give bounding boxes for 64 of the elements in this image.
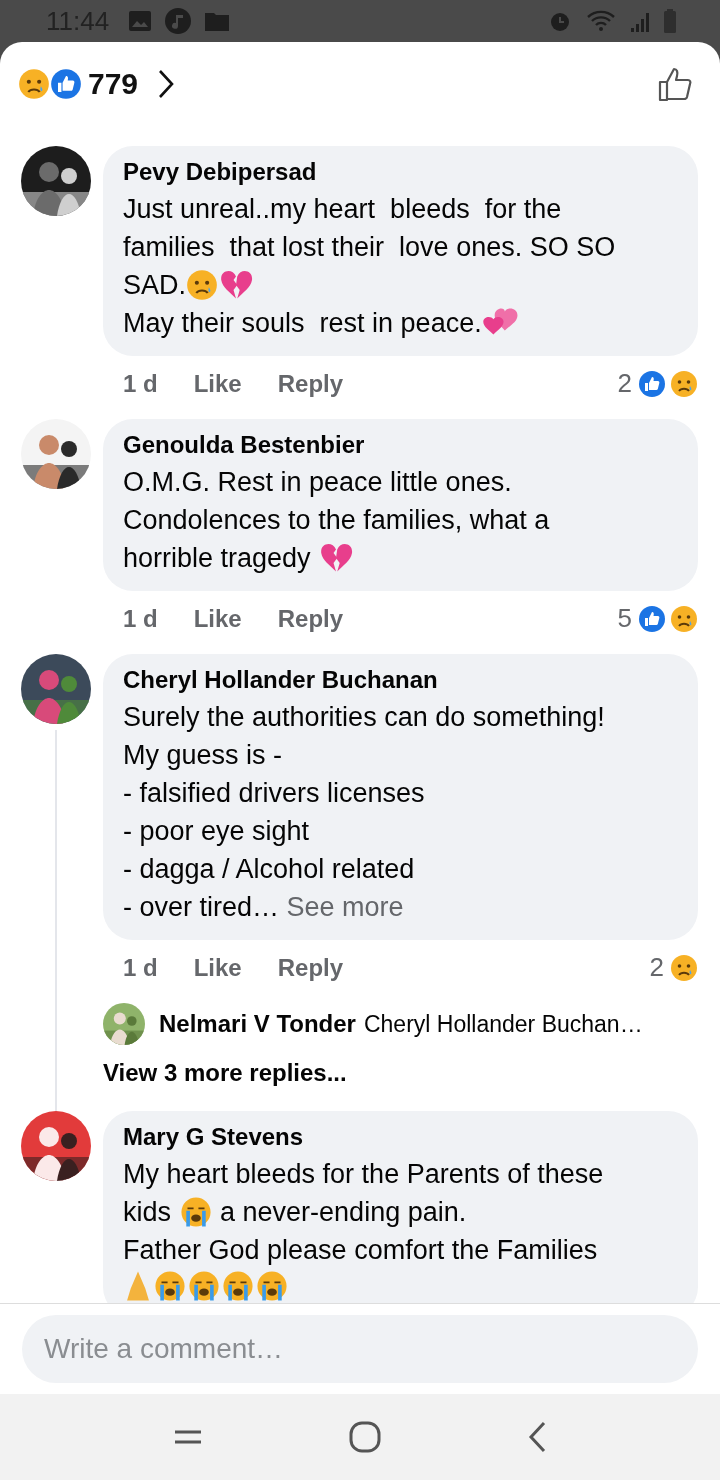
reaction-count: 5: [617, 603, 632, 634]
comment-text: horrible tragedy: [123, 542, 312, 575]
comment-input[interactable]: Write a comment…: [22, 1315, 698, 1383]
home-icon[interactable]: [349, 1421, 381, 1453]
reply-button[interactable]: Reply: [277, 369, 344, 398]
like-reaction-icon: [638, 369, 666, 398]
view-more-replies-link[interactable]: View 3 more replies...: [103, 1059, 698, 1111]
comment-text: - falsified drivers licenses: [123, 777, 425, 810]
comment-text: Just unreal..my heart bleeds for the: [123, 193, 562, 226]
comment-text: Condolences to the families, what a: [123, 504, 550, 537]
comment-text: My heart bleeds for the Parents of these: [123, 1158, 604, 1191]
reply-button[interactable]: Reply: [277, 953, 344, 982]
battery-icon: [664, 9, 676, 33]
comment-text: My guess is -: [123, 739, 283, 772]
crying-face-icon: [187, 1269, 221, 1303]
reply-button[interactable]: Reply: [277, 604, 344, 633]
comment-text: - poor eye sight: [123, 815, 310, 848]
back-icon[interactable]: [527, 1421, 547, 1453]
comment-text: a never-ending pain.: [219, 1196, 467, 1229]
folder-icon: [205, 11, 230, 31]
wifi-icon: [586, 9, 616, 33]
comment-text: - over tired…: [123, 891, 281, 924]
comment-text: Surely the authorities can do something!: [123, 701, 605, 734]
comment-text: SAD.: [123, 269, 187, 302]
like-reaction-icon: [638, 604, 666, 633]
sad-face-icon: [670, 953, 698, 982]
chevron-right-icon[interactable]: [158, 69, 175, 99]
comment-text: kids: [123, 1196, 172, 1229]
crying-face-icon: [255, 1269, 289, 1303]
like-reaction-icon: [50, 68, 82, 100]
like-button[interactable]: Like: [193, 953, 242, 982]
see-more-link[interactable]: See more: [286, 888, 404, 926]
like-button[interactable]: Like: [193, 604, 242, 633]
thumbs-up-icon[interactable]: [658, 66, 694, 102]
image-icon: [129, 11, 152, 31]
reply-author[interactable]: Nelmari V Tonder: [159, 1010, 356, 1038]
crying-face-icon: [153, 1269, 187, 1303]
comment-author[interactable]: Mary G Stevens: [123, 1123, 678, 1151]
comment-time: 1 d: [123, 369, 158, 398]
crying-face-icon: [221, 1269, 255, 1303]
reply-preview: Cheryl Hollander Buchan…: [363, 1010, 643, 1038]
like-button[interactable]: Like: [193, 369, 242, 398]
sad-face-icon: [18, 68, 50, 100]
comment-author[interactable]: Cheryl Hollander Buchanan: [123, 666, 678, 694]
comment-author[interactable]: Pevy Debipersad: [123, 158, 678, 186]
broken-heart-icon: [318, 542, 355, 574]
comment-text: - dagga / Alcohol related: [123, 853, 415, 886]
comment-time: 1 d: [123, 953, 158, 982]
comment-text: May their souls rest in peace.: [123, 307, 482, 340]
signal-icon: [630, 10, 650, 32]
reaction-count: 2: [649, 952, 664, 983]
comment-text: O.M.G. Rest in peace little ones.: [123, 466, 512, 499]
reaction-count: 2: [617, 368, 632, 399]
crying-face-icon: [178, 1195, 213, 1229]
comment-time: 1 d: [123, 604, 158, 633]
sad-face-icon: [670, 604, 698, 633]
broken-heart-icon: [218, 269, 255, 301]
reaction-total[interactable]: 779: [88, 67, 139, 101]
music-icon: [165, 8, 192, 34]
sad-face-icon: [186, 269, 219, 301]
comment-text: families that lost their love ones. SO SO: [123, 231, 616, 264]
comment-text: Father God please comfort the Families: [123, 1234, 598, 1267]
comment-author[interactable]: Genoulda Bestenbier: [123, 431, 678, 459]
sad-face-icon: [670, 369, 698, 398]
